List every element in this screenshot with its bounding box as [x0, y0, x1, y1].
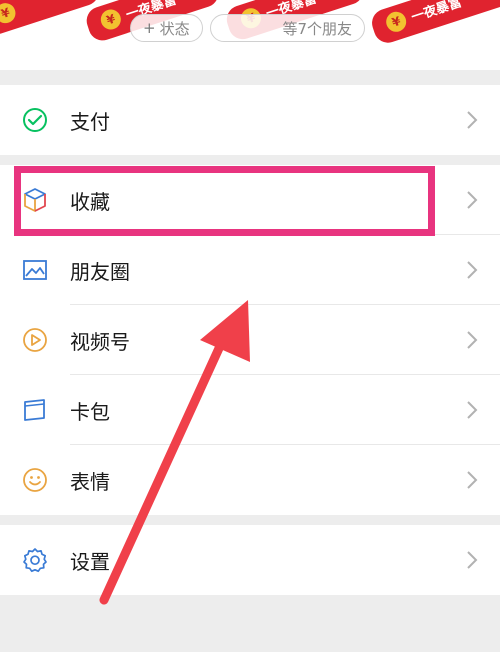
- menu-item-cards[interactable]: 卡包: [0, 375, 500, 445]
- favorites-cube-icon: [24, 188, 46, 212]
- friends-pill[interactable]: 等7个朋友: [210, 14, 365, 42]
- menu-item-label: 卡包: [70, 399, 110, 424]
- menu-item-pay[interactable]: 支付: [0, 85, 500, 155]
- chevron-right-icon: [467, 401, 478, 419]
- menu-item-label: 视频号: [70, 329, 130, 354]
- menu-item-stickers[interactable]: 表情: [0, 445, 500, 515]
- status-banner: ¥ ¥ 一夜暴富 ¥ 一夜暴富 ¥ 一夜暴富 + 状态 等7个朋友: [0, 0, 500, 70]
- sticker: ¥ 一夜暴富: [368, 0, 500, 47]
- coin-icon: ¥: [0, 0, 19, 26]
- menu-item-favorites[interactable]: 收藏: [0, 165, 500, 235]
- pay-icon: [23, 108, 47, 132]
- status-pill-label: 状态: [159, 19, 190, 38]
- menu-item-channels[interactable]: 视频号: [0, 305, 500, 375]
- menu-item-label: 朋友圈: [70, 259, 130, 284]
- menu-group-main: 收藏 朋友圈 视频号 卡包 表情: [0, 165, 500, 515]
- friends-pill-label: 等7个朋友: [282, 19, 352, 38]
- menu-group-settings: 设置: [0, 525, 500, 595]
- stickers-smile-icon: [23, 468, 47, 492]
- sticker-text: 一夜暴富: [409, 0, 464, 26]
- chevron-right-icon: [467, 261, 478, 279]
- menu-item-label: 表情: [70, 469, 110, 494]
- chevron-right-icon: [467, 331, 478, 349]
- menu-item-label: 收藏: [70, 189, 110, 214]
- cards-wallet-icon: [24, 399, 45, 421]
- menu-item-label: 支付: [70, 109, 110, 134]
- chevron-right-icon: [467, 471, 478, 489]
- chevron-right-icon: [467, 111, 478, 129]
- menu-item-settings[interactable]: 设置: [0, 525, 500, 595]
- menu-item-label: 设置: [70, 549, 110, 574]
- menu-group-pay: 支付: [0, 85, 500, 155]
- status-pill[interactable]: + 状态: [130, 14, 203, 42]
- coin-icon: ¥: [98, 6, 124, 33]
- moments-image-icon: [23, 260, 47, 280]
- chevron-right-icon: [467, 191, 478, 209]
- settings-gear-icon: [23, 548, 47, 573]
- chevron-right-icon: [467, 551, 478, 569]
- plus-icon: +: [143, 19, 156, 37]
- menu-item-moments[interactable]: 朋友圈: [0, 235, 500, 305]
- channels-play-icon: [23, 328, 47, 352]
- coin-icon: ¥: [383, 9, 409, 35]
